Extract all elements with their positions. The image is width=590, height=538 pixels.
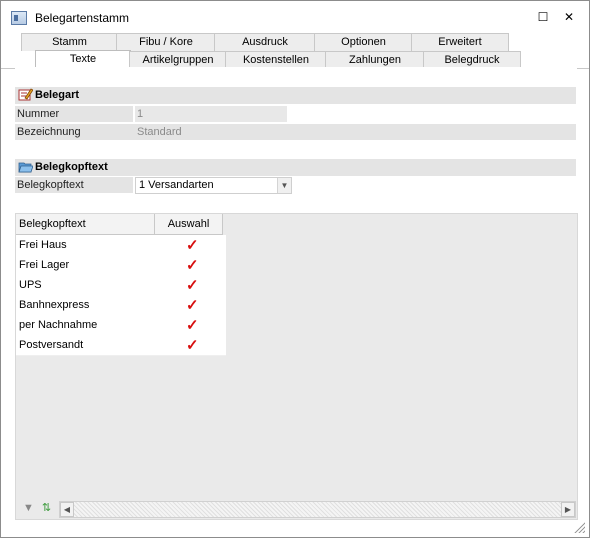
table-row[interactable]: Banhnexpress ✓: [16, 295, 226, 316]
filter-icon[interactable]: ▼: [21, 501, 36, 516]
checkmark-icon[interactable]: ✓: [186, 316, 199, 334]
application-window: Belegartenstamm ☐ ✕ Stamm Fibu / Kore Au…: [0, 0, 590, 538]
row-name: UPS: [19, 279, 42, 291]
title-bar: Belegartenstamm ☐ ✕: [1, 1, 589, 33]
belegkopftext-grid: Belegkopftext Auswahl Frei Haus ✓ Frei L…: [15, 213, 578, 520]
pencil-edit-icon: [18, 88, 33, 101]
bezeichnung-label: Bezeichnung: [17, 126, 81, 138]
section-title: Belegart: [35, 89, 80, 101]
sort-icon[interactable]: ⇅: [39, 501, 54, 516]
horizontal-scrollbar[interactable]: ◀ ▶: [59, 501, 576, 518]
column-header-belegkopftext[interactable]: Belegkopftext: [16, 214, 155, 235]
table-row[interactable]: UPS ✓: [16, 275, 226, 296]
row-name: per Nachnahme: [19, 319, 98, 331]
scroll-left-icon[interactable]: ◀: [60, 502, 74, 517]
tab-label: Belegdruck: [444, 54, 500, 66]
section-belegart: Belegart: [15, 87, 576, 104]
tab-label: Texte: [69, 53, 97, 65]
table-row[interactable]: Frei Lager ✓: [16, 255, 226, 276]
grid-header: Belegkopftext Auswahl: [16, 214, 226, 235]
row-name: Postversandt: [19, 339, 84, 351]
bezeichnung-field[interactable]: Standard: [135, 124, 574, 140]
nummer-field[interactable]: 1: [135, 106, 287, 122]
section-title: Belegkopftext: [35, 161, 108, 173]
row-name: Frei Lager: [19, 259, 70, 271]
checkmark-icon[interactable]: ✓: [186, 296, 199, 314]
close-button[interactable]: ✕: [555, 7, 583, 27]
table-row[interactable]: Frei Haus ✓: [16, 235, 226, 256]
tab-erweitert[interactable]: Erweitert: [411, 33, 509, 51]
nummer-row: Nummer 1: [15, 106, 576, 122]
resize-grip-icon[interactable]: [573, 521, 585, 533]
tab-label: Zahlungen: [349, 54, 401, 66]
tab-label: Artikelgruppen: [142, 54, 214, 66]
tab-optionen[interactable]: Optionen: [314, 33, 413, 51]
nummer-label: Nummer: [17, 108, 60, 120]
tab-content-texte: Belegart Nummer 1 Bezeichnung Standard B…: [15, 67, 578, 520]
tab-stamm[interactable]: Stamm: [21, 33, 118, 51]
chevron-down-icon[interactable]: ▼: [277, 178, 291, 193]
tab-fibu-kore[interactable]: Fibu / Kore: [116, 33, 216, 51]
window-title: Belegartenstamm: [35, 11, 130, 25]
scroll-right-icon[interactable]: ▶: [561, 502, 575, 517]
belegkopftext-select[interactable]: 1 Versandarten ▼: [135, 177, 292, 194]
app-icon: [11, 11, 27, 25]
bezeichnung-row: Bezeichnung Standard: [15, 124, 576, 140]
select-value: 1 Versandarten: [139, 179, 214, 191]
row-name: Banhnexpress: [19, 299, 90, 311]
folder-open-icon: [18, 162, 33, 173]
tab-label: Stamm: [52, 36, 87, 48]
tab-label: Ausdruck: [242, 36, 288, 48]
tab-label: Kostenstellen: [242, 54, 310, 66]
tab-ausdruck[interactable]: Ausdruck: [214, 33, 316, 51]
checkmark-icon[interactable]: ✓: [186, 256, 199, 274]
tab-label: Erweitert: [438, 36, 482, 48]
maximize-button[interactable]: ☐: [529, 7, 557, 27]
tab-label: Fibu / Kore: [139, 36, 193, 48]
column-header-auswahl[interactable]: Auswahl: [155, 214, 223, 235]
table-row[interactable]: per Nachnahme ✓: [16, 315, 226, 336]
belegkopftext-label: Belegkopftext: [17, 179, 84, 191]
row-name: Frei Haus: [19, 239, 67, 251]
tab-label: Optionen: [341, 36, 386, 48]
checkmark-icon[interactable]: ✓: [186, 236, 199, 254]
table-row[interactable]: Postversandt ✓: [16, 335, 226, 356]
checkmark-icon[interactable]: ✓: [186, 276, 199, 294]
belegkopftext-row: Belegkopftext 1 Versandarten ▼: [15, 177, 576, 194]
section-belegkopftext: Belegkopftext: [15, 159, 576, 176]
checkmark-icon[interactable]: ✓: [186, 336, 199, 354]
